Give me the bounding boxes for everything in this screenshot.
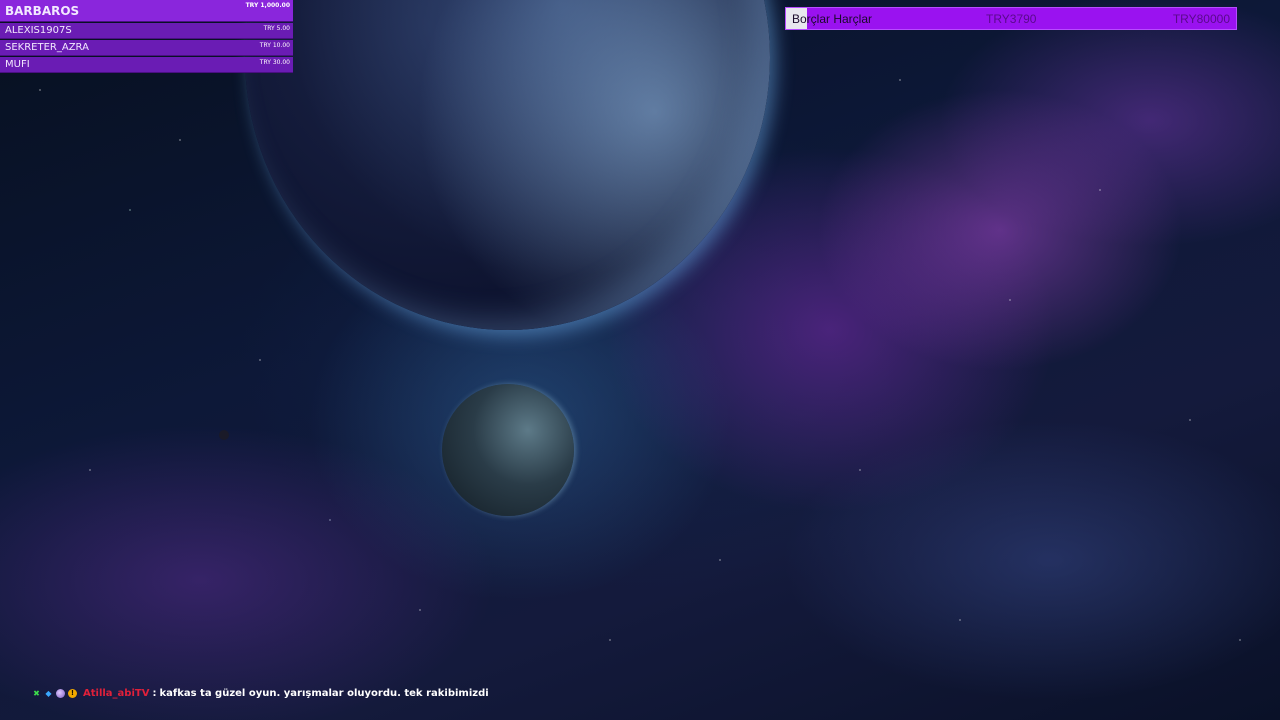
- chat-separator: :: [152, 687, 157, 699]
- donor-name: SEKRETER_AZRA: [5, 42, 89, 53]
- chat-username[interactable]: Atilla_abiTV: [83, 688, 149, 699]
- donor-amount: TRY 10.00: [259, 42, 290, 49]
- donor-amount: TRY 30.00: [259, 59, 290, 66]
- orb-badge-icon: [56, 688, 65, 698]
- donation-goal-bar: Borçlar Harçlar TRY3790 TRY80000: [785, 7, 1237, 30]
- moon-image: [442, 384, 574, 516]
- donor-name: ALEXIS1907S: [5, 25, 72, 36]
- top-donor-amount: TRY 1,000.00: [245, 2, 290, 9]
- cube-badge-icon: ◆: [45, 688, 52, 698]
- leaderboard-row: MUFI TRY 30.00: [0, 57, 293, 73]
- goal-target-amount: TRY80000: [1172, 12, 1230, 26]
- donation-leaderboard: BARBAROS TRY 1,000.00 ALEXIS1907S TRY 5.…: [0, 0, 293, 73]
- stream-scene: BARBAROS TRY 1,000.00 ALEXIS1907S TRY 5.…: [0, 0, 1280, 720]
- goal-title: Borçlar Harçlar: [792, 12, 873, 26]
- leaderboard-row: SEKRETER_AZRA TRY 10.00: [0, 40, 293, 56]
- leaderboard-top-row: BARBAROS TRY 1,000.00: [0, 0, 293, 22]
- donor-name: MUFI: [5, 59, 30, 70]
- leaderboard-row: ALEXIS1907S TRY 5.00: [0, 23, 293, 39]
- donor-amount: TRY 5.00: [263, 25, 290, 32]
- goal-current-amount: TRY3790: [986, 12, 1037, 26]
- chat-message-text: kafkas ta güzel oyun. yarışmalar oluyord…: [159, 687, 489, 699]
- tiny-moon-image: [219, 430, 229, 440]
- chat-message: ✖ ◆ ! Atilla_abiTV : kafkas ta güzel oyu…: [32, 686, 489, 700]
- top-donor-name: BARBAROS: [5, 4, 80, 18]
- moderator-sword-icon: ✖: [33, 688, 40, 698]
- bits-badge-icon: !: [68, 688, 77, 698]
